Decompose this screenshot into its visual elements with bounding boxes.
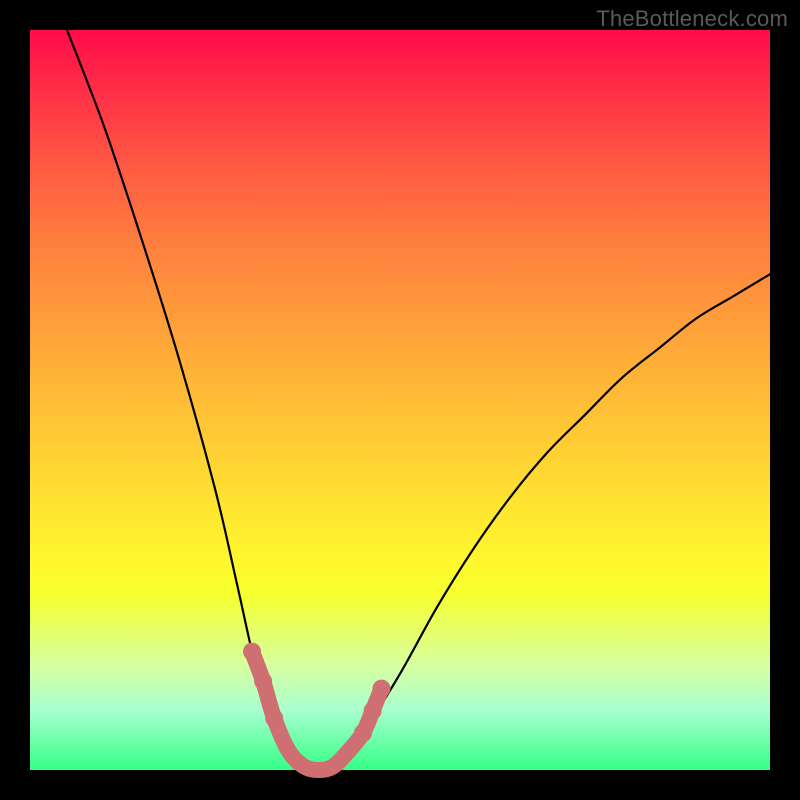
marker-dot	[373, 680, 391, 698]
marker-dot	[243, 643, 261, 661]
plot-area	[30, 30, 770, 770]
marker-dot	[254, 672, 272, 690]
marker-dot	[265, 709, 283, 727]
chart-frame: TheBottleneck.com	[0, 0, 800, 800]
chart-svg	[30, 30, 770, 770]
watermark-text: TheBottleneck.com	[596, 6, 788, 32]
marker-dot	[364, 702, 382, 720]
highlight-markers	[243, 643, 391, 770]
marker-dot	[354, 724, 372, 742]
bottleneck-curve	[67, 30, 770, 771]
